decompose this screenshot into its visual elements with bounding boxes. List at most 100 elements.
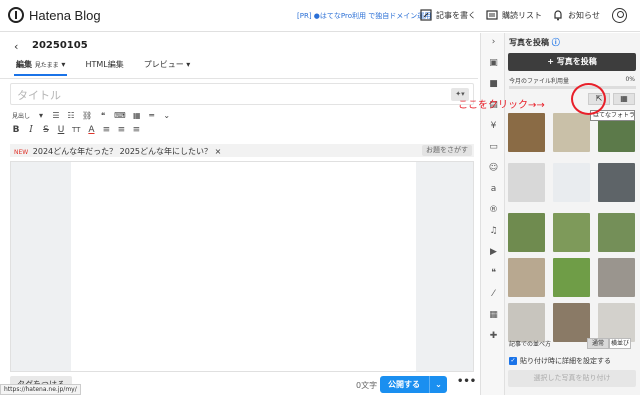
- sort-horizontal-button[interactable]: 横並び: [609, 338, 631, 349]
- photo-panel: 写真を投稿 ⓘ + 写真を投稿 今月のファイル利用量 0% ⇱ ▦ 記事での並べ…: [505, 33, 640, 395]
- heading-select[interactable]: 見出し: [12, 111, 30, 120]
- bell-icon: [554, 10, 562, 21]
- photo-thumb[interactable]: [553, 163, 590, 202]
- note-icon[interactable]: ▦: [487, 309, 500, 321]
- grid-view-icon[interactable]: ▦: [613, 93, 635, 105]
- sort-normal-button[interactable]: 通常: [587, 338, 609, 349]
- reading-list-label: 購読リスト: [502, 10, 542, 20]
- strikethrough-icon[interactable]: S: [42, 125, 50, 135]
- checkbox-checked-icon[interactable]: ✓: [509, 357, 517, 365]
- document-icon[interactable]: ▭: [487, 141, 500, 153]
- publish-label: 公開する: [388, 380, 420, 389]
- dropdown-chevron-icon[interactable]: ▾: [37, 111, 45, 120]
- tab-html-edit[interactable]: HTML編集: [83, 59, 125, 76]
- bold-icon[interactable]: B: [12, 125, 20, 135]
- editor-tabs: 編集 見たまま ▾ HTML編集 プレビュー ▾: [14, 59, 192, 76]
- toolbar-row-1: 見出し ▾ ☰ ☷ ⛓ ❝ ⌨ ▦ ═ ⌄: [12, 111, 171, 120]
- numbered-list-icon[interactable]: ☷: [67, 111, 75, 120]
- usage-label: 今月のファイル利用量: [509, 78, 570, 85]
- photo-grid: [508, 113, 636, 367]
- editor-canvas: [10, 161, 474, 372]
- photo-thumb[interactable]: [598, 213, 635, 252]
- reading-list-link[interactable]: 購読リスト: [486, 9, 542, 21]
- title-placeholder: タイトル: [17, 89, 61, 102]
- folder-icon[interactable]: ■: [487, 78, 500, 90]
- editor-area: ‹ 20250105 編集 見たまま ▾ HTML編集 プレビュー ▾ タイトル…: [0, 33, 478, 395]
- photo-icon[interactable]: ▣: [487, 57, 500, 69]
- photo-thumb[interactable]: [508, 258, 545, 297]
- underline-icon[interactable]: U: [57, 125, 65, 135]
- photo-panel-heading: 写真を投稿 ⓘ: [509, 38, 560, 47]
- reading-list-icon: [486, 10, 498, 20]
- photo-thumb[interactable]: [598, 258, 635, 297]
- text-size-icon[interactable]: TT: [72, 126, 80, 134]
- logo-text: Hatena Blog: [29, 7, 101, 23]
- photo-thumb[interactable]: [553, 113, 590, 152]
- quote-icon[interactable]: ❝: [99, 111, 107, 120]
- more-toolbar-icon[interactable]: ⌄: [163, 111, 171, 120]
- collapse-chevron-icon[interactable]: ›: [487, 36, 500, 48]
- toolbar-row-2: B I S U TT A ≡ ≡ ≡: [12, 125, 141, 135]
- publish-button[interactable]: 公開する ⌄: [380, 376, 447, 393]
- back-chevron-icon[interactable]: ‹: [14, 40, 18, 53]
- amazon-icon[interactable]: a: [487, 183, 500, 195]
- hatena-bookmark-icon[interactable]: ¥: [487, 120, 500, 132]
- photo-thumb[interactable]: [598, 303, 635, 342]
- photo-thumb[interactable]: [553, 303, 590, 342]
- hatena-blog-logo[interactable]: Hatena Blog: [8, 7, 101, 23]
- status-url: https://hatena.ne.jp/my/: [0, 384, 81, 395]
- link-icon[interactable]: ⛓: [82, 111, 92, 120]
- photo-thumb[interactable]: [598, 163, 635, 202]
- photo-thumb[interactable]: [508, 163, 545, 202]
- new-badge: NEW: [14, 149, 29, 156]
- prompt-text[interactable]: 2024どんな年だった？ 2025どんな年にしたい？ ×: [33, 147, 222, 156]
- char-count: 0文字: [356, 381, 378, 390]
- detail-settings-checkbox[interactable]: ✓ 貼り付け時に詳細を設定する: [509, 356, 611, 366]
- editor-body[interactable]: [71, 162, 416, 371]
- photo-thumb[interactable]: [508, 213, 545, 252]
- prompt-banner[interactable]: NEW 2024どんな年だった？ 2025どんな年にしたい？ × お題をさがす: [10, 144, 474, 157]
- notifications-link[interactable]: お知らせ: [552, 9, 600, 21]
- annotation-circle: [571, 83, 606, 115]
- hatena-logo-icon: [8, 7, 24, 23]
- user-avatar-icon[interactable]: [612, 8, 627, 23]
- paste-selected-button[interactable]: 選択した写真を貼り付け: [508, 370, 636, 387]
- music-icon[interactable]: ♫: [487, 225, 500, 237]
- add-tool-icon[interactable]: ✚: [487, 330, 500, 342]
- photo-thumb[interactable]: [508, 303, 545, 342]
- align-left-icon[interactable]: ≡: [102, 125, 111, 135]
- code-icon[interactable]: ⌨: [114, 111, 126, 120]
- photo-thumb[interactable]: [553, 213, 590, 252]
- browse-topics-button[interactable]: お題をさがす: [422, 145, 472, 156]
- align-right-icon[interactable]: ≡: [132, 125, 141, 135]
- quote-tool-icon[interactable]: ❝: [487, 267, 500, 279]
- photo-thumb[interactable]: [508, 113, 545, 152]
- text-color-icon[interactable]: A: [87, 125, 95, 135]
- checkbox-label: 貼り付け時に詳細を設定する: [520, 357, 611, 365]
- more-options-icon[interactable]: •••: [457, 376, 476, 387]
- pencil-icon: [420, 9, 432, 21]
- upload-photo-button[interactable]: + 写真を投稿: [508, 53, 636, 71]
- rakuten-icon[interactable]: ®: [487, 204, 500, 216]
- horizontal-rule-icon[interactable]: ═: [148, 111, 156, 120]
- brush-icon[interactable]: ⁄: [487, 288, 500, 300]
- people-icon[interactable]: ☺: [487, 162, 500, 174]
- photo-thumb[interactable]: [553, 258, 590, 297]
- sort-toggle: 通常 横並び: [587, 338, 631, 349]
- bullet-list-icon[interactable]: ☰: [52, 111, 60, 120]
- italic-icon[interactable]: I: [27, 125, 35, 135]
- publish-options-chevron-icon[interactable]: ⌄: [429, 376, 447, 393]
- tab-preview[interactable]: プレビュー ▾: [142, 59, 193, 76]
- pr-link[interactable]: [PR] ●はてなPro利用 で独自ドメイン運用: [297, 11, 431, 21]
- youtube-icon[interactable]: ▶: [487, 246, 500, 258]
- table-icon[interactable]: ▦: [133, 111, 141, 120]
- blog-date-title: 20250105: [32, 40, 88, 51]
- tab-wysiwyg[interactable]: 編集 見たまま ▾: [14, 59, 68, 76]
- top-bar: Hatena Blog [PR] ●はてなPro利用 で独自ドメイン運用 記事を…: [0, 0, 640, 32]
- usage-bar: [509, 86, 636, 89]
- align-center-icon[interactable]: ≡: [117, 125, 126, 135]
- title-input[interactable]: タイトル ✦▾: [10, 83, 474, 105]
- write-article-link[interactable]: 記事を書く: [420, 9, 476, 21]
- notifications-label: お知らせ: [568, 10, 600, 20]
- annotation-text: ここをクリック→→: [458, 100, 545, 111]
